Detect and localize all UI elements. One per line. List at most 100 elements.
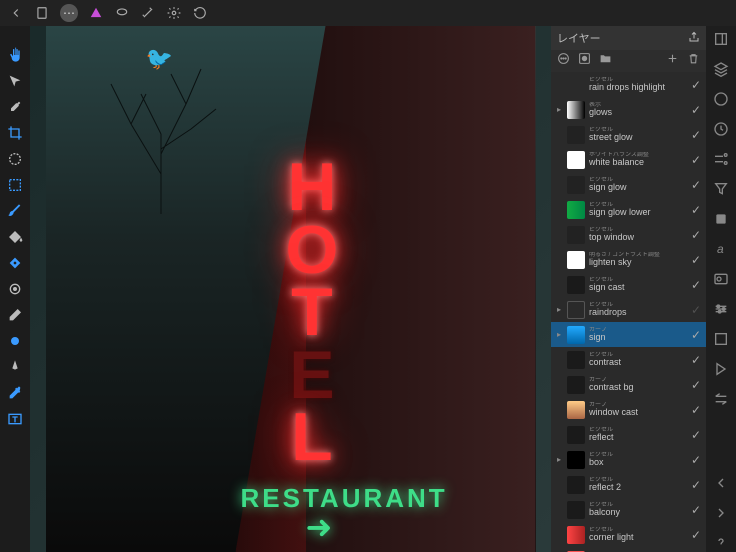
macro-studio-icon[interactable] [712, 360, 730, 378]
export-icon[interactable] [688, 31, 700, 46]
wand-icon[interactable] [140, 5, 156, 21]
layer-item[interactable]: 明るさ / コントラスト調整lighten sky✓ [551, 247, 706, 272]
layer-item[interactable]: ホワイトバランス調整white balance✓ [551, 147, 706, 172]
mask-icon[interactable] [578, 52, 591, 70]
stock-studio-icon[interactable] [712, 270, 730, 288]
layer-visibility-check-icon[interactable]: ✓ [690, 528, 702, 542]
layer-visibility-check-icon[interactable]: ✓ [690, 328, 702, 342]
layer-visibility-check-icon[interactable]: ✓ [690, 228, 702, 242]
styles-studio-icon[interactable] [712, 210, 730, 228]
layers-panel: レイヤー ピクセルrain drops highlight✓▸表示glows✓ピ… [551, 26, 706, 552]
lasso-icon[interactable] [114, 5, 130, 21]
layer-expand-chevron-icon[interactable]: ▸ [555, 105, 563, 114]
layer-item[interactable]: ピクセルreflect 2✓ [551, 472, 706, 497]
navigator-studio-icon[interactable] [712, 390, 730, 408]
layer-expand-chevron-icon[interactable]: ▸ [555, 455, 563, 464]
layer-visibility-check-icon[interactable]: ✓ [690, 103, 702, 117]
panel-collapse-icon[interactable] [712, 30, 730, 48]
undo-icon[interactable] [192, 5, 208, 21]
text-tool-icon[interactable] [5, 409, 25, 429]
layer-item[interactable]: ピクセルreflect✓ [551, 422, 706, 447]
layer-item[interactable]: ピクセルsign glow✓ [551, 172, 706, 197]
crop-tool-icon[interactable] [5, 123, 25, 143]
layer-visibility-check-icon[interactable]: ✓ [690, 203, 702, 217]
layer-visibility-check-icon[interactable]: ✓ [690, 128, 702, 142]
color-picker-icon[interactable] [5, 97, 25, 117]
layer-expand-chevron-icon[interactable]: ▸ [555, 330, 563, 339]
move-tool-icon[interactable] [5, 71, 25, 91]
layer-expand-chevron-icon[interactable]: ▸ [555, 305, 563, 314]
layer-visibility-check-icon[interactable]: ✓ [690, 153, 702, 167]
layer-item[interactable]: ピクセルcorner light✓ [551, 522, 706, 547]
layers-studio-icon[interactable] [712, 60, 730, 78]
layer-item[interactable]: ピクセルbalcony✓ [551, 497, 706, 522]
layer-visibility-check-icon[interactable]: ✓ [690, 378, 702, 392]
text-studio-icon[interactable]: a [712, 240, 730, 258]
layer-options-icon[interactable] [557, 52, 570, 70]
layer-thumbnail [567, 226, 585, 244]
layer-visibility-check-icon[interactable]: ✓ [690, 428, 702, 442]
layer-item[interactable]: カーブcontrast bg✓ [551, 372, 706, 397]
layer-name: corner light [589, 533, 686, 542]
svg-text:a: a [717, 242, 724, 256]
layer-item[interactable]: ▸ピクセルraindrops✓ [551, 297, 706, 322]
layer-visibility-check-icon[interactable]: ✓ [690, 503, 702, 517]
fill-tool-icon[interactable] [5, 227, 25, 247]
eyedropper-icon[interactable] [5, 383, 25, 403]
add-layer-icon[interactable] [666, 52, 679, 70]
next-icon[interactable] [712, 504, 730, 522]
clone-tool-icon[interactable] [5, 279, 25, 299]
layer-name: reflect [589, 433, 686, 442]
layer-visibility-check-icon[interactable]: ✓ [690, 353, 702, 367]
crop-studio-icon[interactable] [712, 330, 730, 348]
layer-item[interactable]: ピクセルstreet glow✓ [551, 122, 706, 147]
settings-icon[interactable] [166, 5, 182, 21]
back-icon[interactable] [8, 5, 24, 21]
adjustments-studio-icon[interactable] [712, 150, 730, 168]
heal-brush-icon[interactable] [5, 253, 25, 273]
canvas-area[interactable]: 🐦 H O T E L RESTAURANT ➜ [30, 26, 551, 552]
sliders-studio-icon[interactable] [712, 300, 730, 318]
layer-name: sign glow [589, 183, 686, 192]
layer-thumbnail [567, 76, 585, 94]
flood-select-icon[interactable] [5, 175, 25, 195]
paint-brush-icon[interactable] [5, 201, 25, 221]
layer-visibility-check-icon[interactable]: ✓ [690, 303, 702, 317]
layer-visibility-check-icon[interactable]: ✓ [690, 403, 702, 417]
layer-item[interactable]: ▸表示glows✓ [551, 97, 706, 122]
hand-tool-icon[interactable] [5, 45, 25, 65]
layer-visibility-check-icon[interactable]: ✓ [690, 453, 702, 467]
selection-brush-icon[interactable] [5, 149, 25, 169]
layer-item[interactable]: ▸カーブsign✓ [551, 322, 706, 347]
prev-icon[interactable] [712, 474, 730, 492]
layer-item[interactable]: ピクセルtop window✓ [551, 222, 706, 247]
layer-visibility-check-icon[interactable]: ✓ [690, 253, 702, 267]
pen-tool-icon[interactable] [5, 357, 25, 377]
persona-icon[interactable] [88, 5, 104, 21]
layer-item[interactable]: ピクセルcontrast✓ [551, 347, 706, 372]
delete-layer-icon[interactable] [687, 52, 700, 70]
help-icon[interactable] [712, 534, 730, 552]
erase-tool-icon[interactable] [5, 305, 25, 325]
layer-visibility-check-icon[interactable]: ✓ [690, 478, 702, 492]
layers-list[interactable]: ピクセルrain drops highlight✓▸表示glows✓ピクセルst… [551, 72, 706, 552]
layer-item[interactable]: ▸ピクセルbox✓ [551, 447, 706, 472]
layer-visibility-check-icon[interactable]: ✓ [690, 278, 702, 292]
layer-item[interactable]: ピクセルsign glow lower✓ [551, 197, 706, 222]
layer-item[interactable]: ピクセルrain drops highlight✓ [551, 72, 706, 97]
layer-thumbnail [567, 501, 585, 519]
dodge-tool-icon[interactable] [5, 331, 25, 351]
layer-thumbnail [567, 251, 585, 269]
layer-toolbar [551, 50, 706, 72]
layer-visibility-check-icon[interactable]: ✓ [690, 78, 702, 92]
layer-item[interactable]: ピクセルsign cast✓ [551, 272, 706, 297]
folder-icon[interactable] [599, 52, 612, 70]
layer-item[interactable]: ピクセルhotel glow✓ [551, 547, 706, 552]
document-icon[interactable] [34, 5, 50, 21]
history-studio-icon[interactable] [712, 120, 730, 138]
layer-visibility-check-icon[interactable]: ✓ [690, 178, 702, 192]
filters-studio-icon[interactable] [712, 180, 730, 198]
color-studio-icon[interactable] [712, 90, 730, 108]
layer-item[interactable]: カーブwindow cast✓ [551, 397, 706, 422]
menu-ellipsis-icon[interactable]: ⋯ [60, 4, 78, 22]
